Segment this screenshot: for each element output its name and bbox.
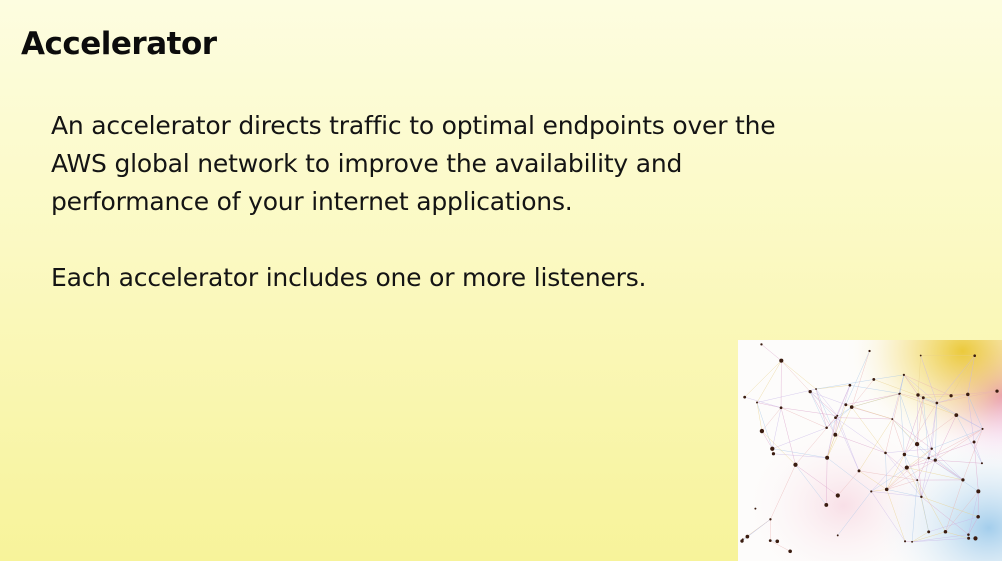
network-node — [927, 456, 931, 460]
network-node — [760, 343, 763, 346]
network-node — [825, 426, 828, 430]
network-node — [961, 478, 965, 482]
network-node — [825, 455, 830, 460]
network-node — [966, 392, 970, 397]
network-node — [949, 394, 953, 398]
listeners-paragraph: Each accelerator includes one or more li… — [51, 263, 647, 292]
network-node — [771, 452, 776, 456]
network-node — [930, 447, 933, 450]
slide-title: Accelerator — [21, 26, 217, 62]
network-node — [976, 489, 981, 494]
network-node — [834, 416, 837, 420]
network-node — [976, 515, 980, 519]
network-node — [995, 389, 999, 393]
network-node — [769, 518, 772, 521]
network-node — [981, 427, 984, 430]
network-node — [815, 388, 817, 390]
network-node — [920, 495, 923, 499]
network-node — [899, 392, 901, 395]
network-node — [935, 401, 939, 405]
network-node — [849, 405, 854, 409]
network-node — [902, 373, 905, 376]
network-node — [927, 530, 931, 534]
network-node — [779, 406, 783, 410]
network-node — [916, 479, 919, 482]
network-graph-svg — [738, 340, 1002, 561]
network-node — [868, 349, 871, 353]
network-node — [943, 530, 948, 534]
network-node — [872, 378, 876, 381]
network-node — [891, 418, 894, 420]
network-node — [824, 503, 829, 507]
network-node — [745, 534, 750, 539]
network-node — [980, 462, 983, 465]
network-node — [884, 451, 887, 455]
network-node — [836, 414, 839, 417]
network-node — [973, 354, 977, 358]
network-node — [967, 536, 971, 540]
network-node — [808, 390, 812, 394]
network-node — [954, 413, 959, 417]
network-node — [741, 538, 744, 541]
network-node — [775, 539, 780, 544]
network-node — [848, 383, 852, 387]
network-node — [914, 441, 920, 447]
network-node — [743, 395, 747, 399]
network-node — [921, 396, 925, 400]
network-node — [911, 540, 914, 543]
network-node — [756, 401, 759, 404]
network-node — [973, 536, 978, 541]
network-graph-image — [738, 340, 1002, 561]
network-node — [857, 469, 861, 473]
network-node — [833, 432, 838, 437]
network-node — [759, 428, 765, 434]
network-node — [836, 534, 839, 537]
description-paragraph: An accelerator directs traffic to optima… — [51, 111, 776, 216]
slide-body: An accelerator directs traffic to optima… — [51, 107, 811, 297]
network-node — [770, 446, 775, 451]
network-node — [793, 462, 798, 467]
network-node — [768, 539, 772, 543]
network-node — [902, 452, 907, 457]
network-node — [884, 487, 889, 492]
network-node — [788, 549, 792, 554]
network-node — [779, 358, 784, 363]
network-node — [870, 490, 873, 493]
network-node — [835, 493, 840, 498]
network-node — [972, 440, 976, 444]
network-node — [933, 458, 937, 462]
network-node — [967, 533, 970, 536]
network-node — [919, 354, 922, 357]
network-node — [916, 393, 920, 397]
network-node — [904, 540, 907, 543]
network-node — [904, 465, 909, 470]
network-node — [754, 507, 757, 510]
network-node — [844, 403, 848, 407]
